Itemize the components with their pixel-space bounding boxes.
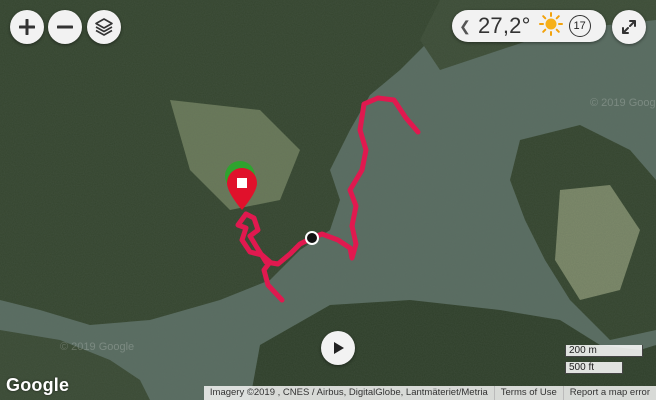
hour-badge: 17 (568, 15, 591, 37)
weather-widget[interactable]: ❮ 27,2° 17 (452, 10, 606, 42)
google-logo[interactable]: Google (6, 375, 69, 396)
chevron-left-icon[interactable]: ❮ (458, 18, 472, 35)
watermark-1: © 2019 Google (590, 97, 656, 109)
scale-imperial: 500 ft (565, 362, 623, 374)
layers-icon (95, 18, 113, 36)
expand-icon (622, 20, 636, 34)
play-icon (334, 342, 344, 354)
scale-metric: 200 m (565, 345, 643, 357)
zoom-out-button[interactable] (48, 10, 82, 44)
temperature-value: 27,2° (478, 13, 531, 38)
imagery-credit: Imagery ©2019 , CNES / Airbus, DigitalGl… (209, 387, 488, 398)
plus-icon (19, 19, 35, 35)
terms-link[interactable]: Terms of Use (493, 386, 563, 400)
layers-button[interactable] (87, 10, 121, 44)
report-error-link[interactable]: Report a map error (562, 386, 656, 400)
fullscreen-button[interactable] (612, 10, 646, 44)
attribution-bar: Imagery ©2019 , CNES / Airbus, DigitalGl… (203, 386, 656, 400)
stop-icon (237, 178, 247, 188)
play-button[interactable] (321, 331, 355, 365)
sun-icon (538, 11, 563, 41)
watermark-2: © 2019 Google (60, 341, 134, 353)
zoom-in-button[interactable] (10, 10, 44, 44)
current-position-dot[interactable] (305, 231, 319, 245)
minus-icon (57, 25, 73, 29)
